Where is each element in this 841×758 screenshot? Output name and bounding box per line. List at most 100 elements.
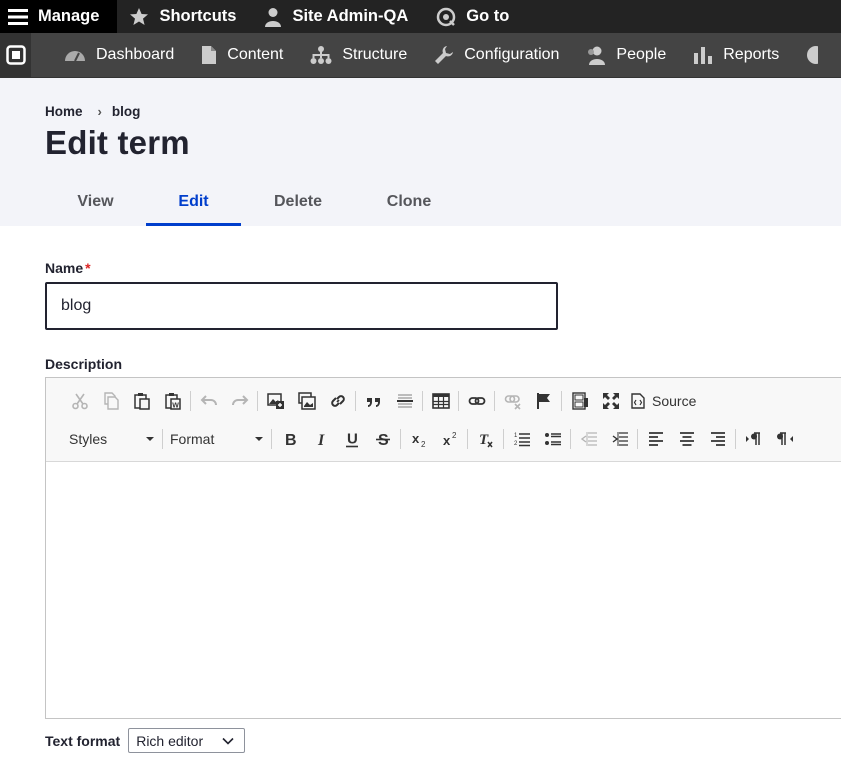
undo-button[interactable] — [193, 387, 224, 415]
chevron-down-icon — [222, 737, 234, 745]
menu-dashboard[interactable]: Dashboard — [64, 33, 174, 78]
styles-combo[interactable]: Styles — [64, 427, 160, 451]
text-format-select[interactable]: Rich editor — [128, 728, 246, 753]
drupal-link-button[interactable] — [461, 387, 492, 415]
copy-button[interactable] — [95, 387, 126, 415]
dashboard-icon — [65, 51, 85, 62]
menu-configuration[interactable]: Configuration — [434, 33, 559, 78]
menu-structure[interactable]: Structure — [310, 33, 407, 78]
bulleted-list-button[interactable] — [537, 425, 568, 453]
editor-toolbar-row-2: Styles Format B I U S x2 x 2 T 1 2 — [64, 425, 800, 453]
table-button[interactable] — [425, 387, 456, 415]
strikethrough-icon: S — [375, 432, 390, 448]
page-title: Edit term — [45, 124, 190, 161]
manage-tab[interactable]: Manage — [0, 0, 118, 33]
horizontal-line-button[interactable] — [389, 387, 420, 415]
menu-reports[interactable]: Reports — [693, 33, 779, 78]
rtl-button[interactable] — [769, 425, 800, 453]
numbered-list-button[interactable]: 12 — [506, 425, 537, 453]
superscript-button[interactable]: x2 — [434, 425, 465, 453]
user-tab[interactable]: Site Admin-QA — [254, 0, 426, 33]
tab-view[interactable]: View — [45, 178, 146, 226]
admin-menu: Dashboard Content Structure Configuratio… — [0, 32, 841, 78]
menu-content-label: Content — [227, 46, 284, 63]
remove-format-button[interactable]: T — [470, 425, 501, 453]
align-left-button[interactable] — [640, 425, 671, 453]
tab-clone[interactable]: Clone — [355, 178, 463, 226]
svg-text:U: U — [347, 431, 358, 448]
subscript-button[interactable]: x2 — [403, 425, 434, 453]
toolbar-separator — [503, 429, 504, 449]
menu-structure-label: Structure — [342, 46, 408, 63]
menu-content[interactable]: Content — [201, 33, 283, 78]
menu-dashboard-label: Dashboard — [96, 46, 175, 63]
anchor-button[interactable] — [528, 387, 559, 415]
bold-icon: B — [285, 432, 297, 448]
paste-from-word-button[interactable]: W — [157, 387, 188, 415]
align-center-button[interactable] — [671, 425, 702, 453]
tab-delete[interactable]: Delete — [241, 178, 355, 226]
align-center-icon — [679, 432, 694, 446]
svg-text:x: x — [443, 433, 451, 448]
tab-view-label: View — [77, 193, 114, 210]
svg-text:2: 2 — [514, 441, 518, 447]
toolbar-separator — [570, 429, 571, 449]
chain-link-icon — [468, 397, 485, 405]
redo-button[interactable] — [224, 387, 255, 415]
admin-toolbar: Manage Shortcuts Site Admin-QA Go to — [0, 0, 841, 33]
breadcrumb: Home › blog — [45, 104, 140, 119]
table-icon — [431, 393, 450, 409]
menu-people[interactable]: People — [586, 33, 666, 78]
scissors-icon — [71, 393, 88, 410]
tab-delete-label: Delete — [273, 193, 323, 210]
outdent-button[interactable] — [573, 425, 604, 453]
name-input[interactable]: blog — [45, 282, 558, 330]
italic-button[interactable]: I — [305, 425, 336, 453]
tab-edit[interactable]: Edit — [146, 178, 241, 226]
ltr-button[interactable] — [738, 425, 769, 453]
remove-format-icon: T — [479, 432, 493, 448]
underline-button[interactable]: U — [336, 425, 367, 453]
paste-button[interactable] — [126, 387, 157, 415]
name-input-value: blog — [61, 297, 92, 314]
page-header: Home › blog Edit term View Edit Delete C… — [0, 78, 841, 226]
breadcrumb-current[interactable]: blog — [112, 104, 141, 119]
strikethrough-button[interactable]: S — [367, 425, 398, 453]
horizontal-rule-icon — [396, 394, 413, 408]
underline-icon: U — [345, 431, 358, 448]
toolbar-separator — [162, 429, 163, 449]
show-blocks-button[interactable] — [564, 387, 595, 415]
chevron-down-icon — [146, 437, 154, 441]
text-format-value: Rich editor — [136, 732, 204, 749]
shortcuts-tab[interactable]: Shortcuts — [119, 0, 254, 33]
toolbar-separator — [190, 391, 191, 411]
indent-button[interactable] — [604, 425, 635, 453]
text-direction-rtl-icon — [776, 432, 793, 445]
bold-button[interactable]: B — [274, 425, 305, 453]
image-button[interactable] — [260, 387, 291, 415]
svg-text:2: 2 — [452, 431, 457, 440]
breadcrumb-home[interactable]: Home — [45, 104, 83, 119]
editor-content-area[interactable] — [46, 462, 841, 718]
cut-button[interactable] — [64, 387, 95, 415]
maximize-button[interactable] — [595, 387, 626, 415]
menu-configuration-label: Configuration — [464, 46, 560, 63]
orientation-toggle[interactable] — [0, 32, 31, 78]
format-combo[interactable]: Format — [165, 427, 269, 451]
align-right-button[interactable] — [702, 425, 733, 453]
goto-tab[interactable]: Go to — [426, 0, 521, 33]
source-button[interactable]: Source — [626, 387, 700, 415]
toolbar-separator — [257, 391, 258, 411]
styles-combo-label: Styles — [69, 431, 108, 447]
media-embed-button[interactable] — [291, 387, 322, 415]
align-left-icon — [648, 432, 663, 446]
toolbar-separator — [400, 429, 401, 449]
manage-label: Manage — [38, 7, 100, 25]
menu-help-partial[interactable] — [806, 45, 819, 65]
italic-icon: I — [317, 432, 325, 448]
blockquote-button[interactable] — [358, 387, 389, 415]
unlink-button[interactable] — [497, 387, 528, 415]
link-button[interactable] — [322, 387, 353, 415]
bar-chart-icon — [694, 47, 713, 64]
maximize-icon — [602, 393, 619, 409]
